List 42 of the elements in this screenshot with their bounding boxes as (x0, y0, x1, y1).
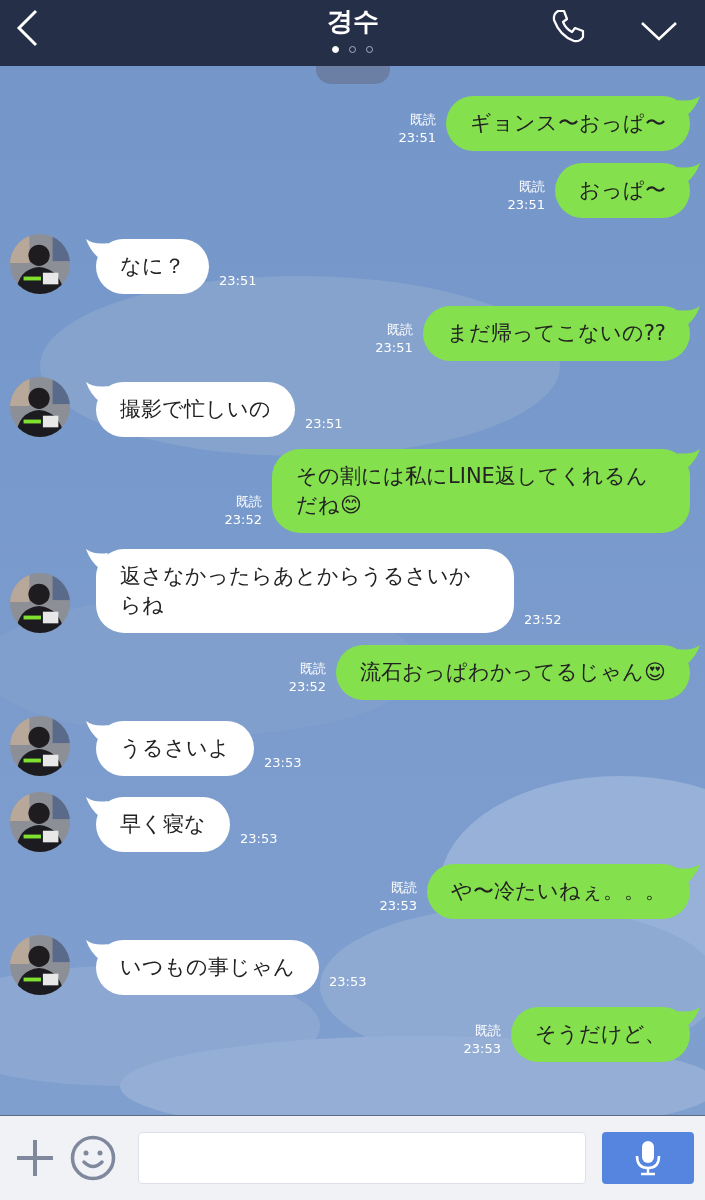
bubble-tail (678, 163, 700, 183)
read-receipt: 既読 (519, 178, 545, 196)
bubble-tail (678, 864, 700, 884)
message-time: 23:51 (507, 196, 545, 214)
bubble-tail (678, 645, 700, 665)
read-receipt: 既読 (236, 493, 262, 511)
message-time: 23:51 (398, 129, 436, 147)
chat-title: 경수 (326, 5, 379, 38)
chevron-down-icon[interactable] (640, 20, 678, 42)
microphone-button[interactable] (602, 1132, 694, 1184)
message-time: 23:53 (329, 973, 367, 991)
read-receipt: 既読 (300, 660, 327, 678)
message-time: 23:51 (305, 415, 343, 433)
message-time: 23:52 (224, 511, 262, 529)
read-receipt: 既読 (475, 1022, 501, 1040)
bubble-tail (678, 96, 700, 116)
message-time: 23:52 (524, 611, 562, 629)
read-receipt: 既読 (410, 111, 436, 129)
plus-icon[interactable] (16, 1139, 54, 1177)
message-time: 23:53 (463, 1040, 501, 1058)
microphone-icon (634, 1140, 662, 1176)
bubble-tail (86, 549, 108, 569)
message-time: 23:52 (288, 678, 327, 696)
bubble-tail (86, 382, 108, 402)
message-time: 23:51 (375, 339, 413, 357)
message-time: 23:53 (264, 754, 302, 772)
bubble-tail (678, 1007, 700, 1027)
bubble-tail (678, 306, 700, 326)
message-time: 23:53 (379, 897, 417, 915)
message-time: 23:53 (240, 830, 278, 848)
message-time: 23:51 (219, 272, 257, 290)
bubble-tail (86, 797, 108, 817)
phone-icon[interactable] (550, 8, 586, 44)
bubble-tail (86, 940, 108, 960)
bubble-tail (678, 449, 700, 469)
smiley-icon[interactable] (70, 1135, 116, 1181)
message-input-field[interactable] (138, 1132, 586, 1184)
back-icon[interactable] (16, 9, 38, 47)
bubble-tail (86, 239, 108, 259)
bubble-tail (86, 721, 108, 741)
read-receipt: 既読 (386, 321, 413, 339)
read-receipt: 既読 (391, 879, 417, 897)
